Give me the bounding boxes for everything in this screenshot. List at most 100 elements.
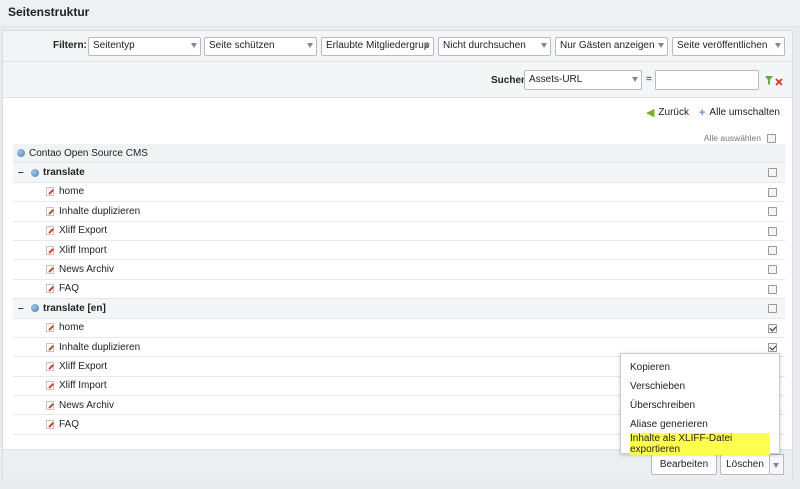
select-value: Nicht durchsuchen	[443, 40, 526, 51]
row-checkbox[interactable]	[768, 323, 777, 333]
page-edit-icon	[46, 381, 54, 391]
tree-group-label: translate	[43, 167, 85, 179]
filter-reset-icon[interactable]	[765, 75, 783, 87]
menu-item-label: Inhalte als XLIFF-Datei exportieren	[630, 432, 770, 455]
toggle-all-label: Alle umschalten	[709, 107, 780, 118]
tree-page-row[interactable]: home	[13, 183, 785, 203]
chevron-down-icon	[424, 43, 430, 48]
tree-page-label: home	[59, 322, 85, 334]
back-link[interactable]: ◀ Zurück	[646, 106, 689, 119]
search-field-select[interactable]: Assets-URL	[524, 70, 642, 90]
tree-page-label: Xliff Export	[59, 360, 108, 372]
back-label: Zurück	[658, 107, 689, 118]
tree-page-row[interactable]: Inhalte duplizieren	[13, 202, 785, 222]
toggle-all-link[interactable]: + Alle umschalten	[699, 106, 780, 119]
collapse-toggle[interactable]: –	[18, 167, 28, 178]
filter-published-select[interactable]: Seite veröffentlichen	[672, 37, 785, 56]
page-edit-icon	[46, 265, 54, 275]
edit-button-label: Bearbeiten	[659, 459, 709, 470]
tree-page-label: Inhalte duplizieren	[59, 341, 141, 353]
menu-item[interactable]: Aliase generieren	[621, 415, 779, 434]
filter-protect-select[interactable]: Seite schützen	[204, 37, 317, 56]
row-checkbox[interactable]	[768, 265, 777, 275]
tree-group-label: translate [en]	[43, 302, 106, 314]
more-actions-menu: Kopieren Verschieben Überschreiben Aliase g…	[620, 353, 780, 455]
menu-item[interactable]: Kopieren	[621, 358, 779, 377]
filter-guests-only-select[interactable]: Nur Gästen anzeigen	[555, 37, 668, 56]
tree-page-label: Xliff Export	[59, 225, 108, 237]
tree-page-label: home	[59, 186, 85, 198]
page-header: Seitenstruktur	[0, 0, 800, 27]
tree-page-row[interactable]: home	[13, 319, 785, 338]
row-checkbox[interactable]	[768, 304, 777, 314]
search-input[interactable]	[655, 70, 759, 90]
tree-page-row[interactable]: Xliff Export	[13, 222, 785, 241]
tree-page-label: News Archiv	[59, 264, 115, 276]
collapse-toggle[interactable]: –	[18, 303, 28, 314]
tree-page-row[interactable]: FAQ	[13, 280, 785, 300]
filter-member-groups-select[interactable]: Erlaubte Mitgliedergrup	[321, 37, 434, 56]
page-edit-icon	[46, 361, 54, 371]
chevron-down-icon	[191, 43, 197, 48]
tree-root-row: Contao Open Source CMS	[13, 144, 785, 164]
menu-item-label: Verschieben	[630, 381, 686, 392]
chevron-down-icon	[775, 43, 781, 48]
tree-page-label: FAQ	[59, 283, 80, 295]
page-edit-icon	[46, 284, 54, 294]
select-all-checkbox[interactable]	[767, 133, 776, 143]
page-edit-icon	[46, 187, 54, 197]
page-edit-icon	[46, 245, 54, 255]
filter-label: Filtern:	[53, 40, 87, 51]
tree-page-label: Inhalte duplizieren	[59, 205, 141, 217]
back-arrow-icon: ◀	[645, 107, 655, 119]
page-title: Seitenstruktur	[8, 5, 90, 19]
tree-page-row[interactable]: Xliff Import	[13, 241, 785, 261]
page-edit-icon	[46, 420, 54, 430]
globe-icon	[31, 304, 39, 313]
delete-button-label: Löschen	[726, 459, 764, 470]
select-value: Seitentyp	[93, 40, 135, 51]
chevron-down-icon	[658, 43, 664, 48]
select-value: Seite veröffentlichen	[677, 40, 768, 51]
page-edit-icon	[46, 226, 54, 236]
globe-icon	[17, 149, 25, 158]
search-operator: =	[646, 74, 652, 85]
select-all-label: Alle auswählen	[703, 133, 761, 143]
menu-item-label: Überschreiben	[630, 400, 696, 411]
nav-links: ◀ Zurück + Alle umschalten	[646, 106, 780, 120]
menu-item-label: Aliase generieren	[630, 419, 708, 430]
tree-page-label: Xliff Import	[59, 380, 107, 392]
edit-button[interactable]: Bearbeiten	[651, 454, 717, 475]
plus-icon: +	[698, 106, 706, 119]
row-checkbox[interactable]	[768, 226, 777, 236]
search-bar: Suchen: Assets-URL =	[3, 62, 792, 98]
more-actions-toggle[interactable]	[770, 454, 784, 475]
page-edit-icon	[46, 342, 54, 352]
select-value: Seite schützen	[209, 40, 275, 51]
tree-root-label: Contao Open Source CMS	[29, 147, 148, 159]
row-checkbox[interactable]	[768, 342, 777, 352]
select-all: Alle auswählen	[704, 133, 776, 143]
tree-group-row[interactable]: – translate	[13, 163, 785, 183]
filter-no-search-select[interactable]: Nicht durchsuchen	[438, 37, 551, 56]
chevron-down-icon	[541, 43, 547, 48]
chevron-down-icon	[307, 43, 313, 48]
row-checkbox[interactable]	[768, 187, 777, 197]
row-checkbox[interactable]	[768, 207, 777, 217]
menu-item[interactable]: Überschreiben	[621, 396, 779, 415]
tree-page-label: News Archiv	[59, 399, 115, 411]
select-value: Assets-URL	[529, 74, 583, 85]
filter-page-type-select[interactable]: Seitentyp	[88, 37, 201, 56]
row-checkbox[interactable]	[768, 284, 777, 294]
menu-item[interactable]: Verschieben	[621, 377, 779, 396]
globe-icon	[31, 168, 39, 177]
row-checkbox[interactable]	[768, 245, 777, 255]
menu-item[interactable]: Inhalte als XLIFF-Datei exportieren	[621, 432, 779, 455]
select-value: Nur Gästen anzeigen	[560, 40, 655, 51]
tree-group-row[interactable]: – translate [en]	[13, 299, 785, 319]
page-edit-icon	[46, 206, 54, 216]
tree-page-row[interactable]: News Archiv	[13, 260, 785, 280]
delete-button[interactable]: Löschen	[720, 454, 770, 475]
filter-bar: Filtern: Seitentyp Seite schützen Erlaub…	[3, 31, 792, 62]
row-checkbox[interactable]	[768, 168, 777, 178]
